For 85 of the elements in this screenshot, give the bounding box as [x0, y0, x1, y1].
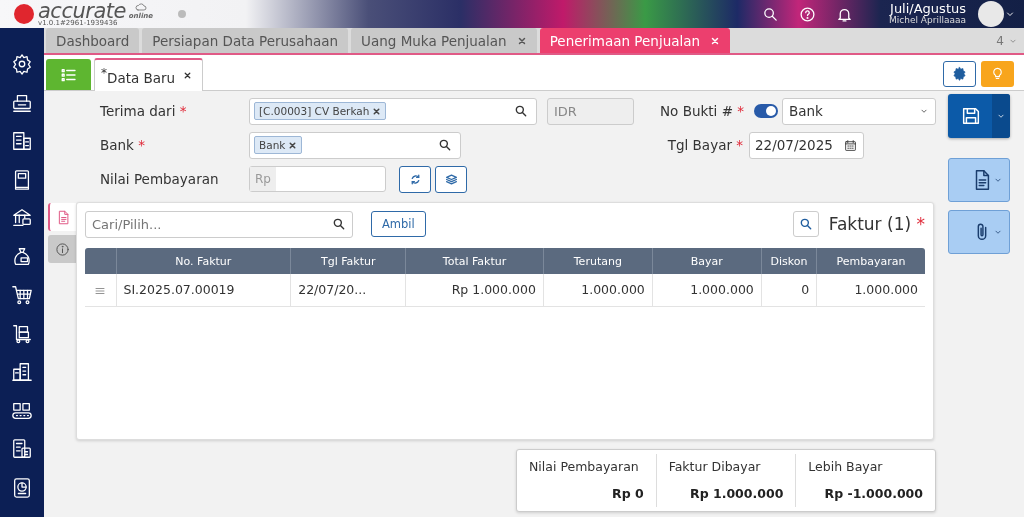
search-icon[interactable] — [762, 5, 780, 23]
field-label: Bank * — [100, 137, 146, 153]
column-header: Pembayaran — [816, 248, 925, 274]
table-cell: 0 — [761, 274, 817, 306]
column-header: Diskon — [761, 248, 817, 274]
search-field[interactable]: Cari/Pilih... — [85, 210, 353, 238]
selected-tag: [C.00003] CV Berkah — [254, 102, 387, 120]
tab[interactable]: Penerimaan Penjualan — [539, 28, 731, 53]
tab-count-button[interactable]: 4 — [990, 28, 1024, 53]
refresh-button[interactable] — [399, 165, 431, 193]
table-header — [85, 248, 116, 274]
table-cell: Rp 1.000.000 — [405, 274, 544, 306]
table-cell: 1.000.000 — [652, 274, 762, 306]
calendar-icon[interactable] — [844, 138, 857, 152]
toggle-switch[interactable] — [754, 104, 778, 118]
column-header: Tgl Faktur — [290, 248, 406, 274]
avatar-icon[interactable] — [978, 1, 1004, 27]
column-header: Terutang — [543, 248, 653, 274]
summary-value: Rp -1.000.000 — [823, 486, 923, 501]
column-header: Bayar — [652, 248, 762, 274]
selected-tag: Bank — [254, 136, 303, 154]
logo-text: accurate — [38, 3, 126, 20]
table-cell: 1.000.000 — [543, 274, 653, 306]
remove-icon[interactable] — [288, 140, 298, 150]
summary-label: Faktur Dibayar — [668, 459, 762, 474]
help-icon[interactable] — [799, 5, 817, 23]
money-bag-icon[interactable] — [11, 245, 33, 268]
date-field[interactable]: 22/07/2025 — [749, 131, 864, 159]
table-cell: 1.000.000 — [816, 274, 925, 306]
summary-label: Nilai Pembayaran — [529, 459, 640, 474]
field-label: Terima dari * — [100, 103, 188, 119]
search-icon[interactable] — [438, 138, 452, 152]
field-label: Nilai Pembayaran — [100, 171, 220, 187]
attachment-button[interactable] — [948, 210, 1010, 254]
close-icon[interactable] — [183, 71, 193, 80]
search-icon[interactable] — [514, 104, 528, 118]
bulb-icon — [990, 66, 1005, 81]
cart-icon[interactable] — [11, 284, 33, 306]
field-label: Tgl Bayar * — [667, 137, 743, 153]
tab-label: Dashboard — [56, 32, 130, 49]
settings-icon — [952, 66, 967, 81]
save-button[interactable] — [948, 94, 1010, 138]
tab[interactable]: Uang Muka Penjualan — [351, 28, 537, 53]
status-dot — [177, 10, 186, 18]
search-field[interactable]: Bank — [249, 131, 461, 159]
logo-icon — [14, 4, 34, 24]
layers-button[interactable] — [435, 165, 467, 193]
search-button[interactable] — [792, 211, 819, 237]
currency-field: IDR — [547, 97, 634, 125]
column-header: Total Faktur — [405, 248, 544, 274]
settings-icon[interactable] — [11, 53, 33, 75]
bank-icon[interactable] — [11, 207, 33, 229]
table-cell: SI.2025.07.00019 — [116, 274, 291, 306]
summary-value: Rp 0 — [611, 486, 644, 501]
tab-label: Penerimaan Penjualan — [549, 32, 701, 49]
side-tab[interactable] — [48, 203, 76, 231]
trolley-icon[interactable] — [11, 322, 33, 345]
field-label: No Bukti # * — [660, 103, 744, 119]
dropdown[interactable]: Bank — [782, 97, 936, 125]
chart-document-icon[interactable] — [11, 476, 33, 499]
user-name: Michel Aprillaaaa — [889, 16, 966, 27]
tax-document-icon[interactable] — [11, 438, 33, 460]
ambil-button[interactable]: Ambil — [371, 211, 426, 237]
period-text: Juli/Agustus — [890, 1, 966, 17]
tab-label: Uang Muka Penjualan — [361, 32, 507, 49]
document-button[interactable] — [948, 158, 1010, 202]
search-icon — [798, 217, 813, 231]
tab-label: Persiapan Data Perusahaan — [152, 32, 339, 49]
building-icon[interactable] — [11, 130, 33, 152]
save-icon — [960, 105, 982, 127]
column-header: No. Faktur — [116, 248, 291, 274]
summary-value: Rp 1.000.000 — [689, 486, 784, 501]
panel-title: Faktur (1) * — [828, 214, 925, 234]
table-cell: 22/07/20... — [290, 274, 406, 306]
city-icon[interactable] — [11, 361, 33, 383]
settings-button[interactable] — [943, 60, 976, 87]
search-icon[interactable] — [332, 216, 346, 231]
tab[interactable]: Persiapan Data Perusahaan — [142, 28, 349, 53]
search-field[interactable]: [C.00003] CV Berkah — [249, 97, 537, 125]
tab[interactable]: Dashboard — [46, 28, 140, 53]
layers-icon — [444, 172, 458, 186]
info-icon — [54, 241, 70, 257]
remove-icon[interactable] — [372, 106, 382, 116]
summary-label: Lebih Bayar — [808, 459, 884, 474]
document-tab[interactable]: $^{*}$Data Baru — [94, 58, 204, 91]
